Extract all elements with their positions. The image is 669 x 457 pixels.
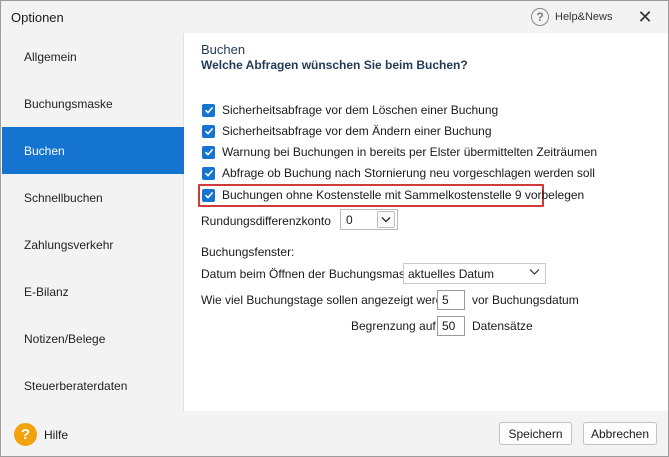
checkbox-label: Sicherheitsabfrage vor dem Löschen einer… [222, 103, 499, 117]
help-news-label: Help&News [555, 11, 613, 23]
sidebar-item-label: Notizen/Belege [24, 331, 106, 346]
tage-input[interactable]: 5 [437, 290, 465, 310]
checkbox-row-aendern: Sicherheitsabfrage vor dem Ändern einer … [202, 122, 492, 140]
sidebar-item-schnellbuchen[interactable]: Schnellbuchen [2, 174, 184, 221]
sidebar-item-buchen[interactable]: Buchen [2, 127, 184, 174]
sidebar-item-label: Steuerberaterdaten [24, 378, 128, 393]
checkbox-row-kostenstelle: Buchungen ohne Kostenstelle mit Sammelko… [202, 186, 584, 204]
checkbox-elster[interactable] [202, 145, 215, 159]
help-button[interactable]: ? Hilfe [14, 423, 68, 446]
sidebar-item-allgemein[interactable]: Allgemein [2, 33, 184, 80]
sidebar-item-steuerberaterdaten[interactable]: Steuerberaterdaten [2, 362, 184, 409]
checkbox-row-stornierung: Abfrage ob Buchung nach Stornierung neu … [202, 164, 595, 182]
checkbox-kostenstelle[interactable] [202, 188, 215, 202]
footer-bar: ? Hilfe Speichern Abbrechen [2, 411, 668, 456]
check-icon [204, 106, 213, 114]
sidebar-item-label: Buchungsmaske [24, 96, 113, 111]
rundung-dropdown-button[interactable] [377, 211, 395, 228]
checkbox-row-loeschen: Sicherheitsabfrage vor dem Löschen einer… [202, 101, 498, 119]
begrenzung-suffix: Datensätze [472, 319, 533, 333]
rundung-combo[interactable]: 0 [340, 209, 398, 230]
checkbox-label: Warnung bei Buchungen in bereits per Els… [222, 145, 598, 159]
datum-select[interactable]: aktuelles Datum [403, 263, 546, 284]
sidebar-item-zahlungsverkehr[interactable]: Zahlungsverkehr [2, 221, 184, 268]
sidebar: Allgemein Buchungsmaske Buchen Schnellbu… [2, 33, 184, 411]
sidebar-item-label: Allgemein [24, 49, 77, 64]
page-subtitle: Welche Abfragen wünschen Sie beim Buchen… [201, 58, 468, 72]
sidebar-item-label: Zahlungsverkehr [24, 237, 114, 252]
options-window: Optionen ? Help&News ✕ Allgemein Buchung… [0, 0, 669, 457]
checkbox-stornierung[interactable] [202, 166, 215, 180]
sidebar-item-buchungsmaske[interactable]: Buchungsmaske [2, 80, 184, 127]
checkbox-aendern[interactable] [202, 124, 215, 138]
rundung-label: Rundungsdifferenzkonto [201, 214, 331, 228]
checkbox-row-elster: Warnung bei Buchungen in bereits per Els… [202, 143, 597, 161]
begrenzung-input[interactable]: 50 [437, 316, 465, 336]
help-orange-icon: ? [14, 423, 37, 446]
chevron-down-icon [529, 269, 540, 275]
help-label: Hilfe [44, 427, 69, 442]
sidebar-item-label: Schnellbuchen [24, 190, 103, 205]
save-button[interactable]: Speichern [499, 422, 572, 445]
check-icon [204, 127, 213, 135]
close-button[interactable]: ✕ [627, 3, 663, 31]
checkbox-label: Sicherheitsabfrage vor dem Ändern einer … [222, 124, 492, 138]
sidebar-item-label: E-Bilanz [24, 284, 69, 299]
datum-label: Datum beim Öffnen der Buchungsmaske [201, 267, 418, 281]
checkbox-loeschen[interactable] [202, 103, 215, 117]
help-news-button[interactable]: ? Help&News [531, 7, 612, 27]
rundung-value: 0 [346, 213, 353, 227]
datum-value: aktuelles Datum [408, 267, 495, 281]
checkbox-label: Buchungen ohne Kostenstelle mit Sammelko… [222, 188, 585, 202]
checkbox-label: Abfrage ob Buchung nach Stornierung neu … [222, 166, 595, 180]
tage-suffix: vor Buchungsdatum [472, 293, 579, 307]
tage-label: Wie viel Buchungstage sollen angezeigt w… [201, 293, 456, 307]
sidebar-item-e-bilanz[interactable]: E-Bilanz [2, 268, 184, 315]
check-icon [204, 148, 213, 156]
help-icon: ? [531, 8, 549, 26]
sidebar-item-notizen-belege[interactable]: Notizen/Belege [2, 315, 184, 362]
window-title: Optionen [11, 10, 64, 25]
content-panel: Buchen Welche Abfragen wünschen Sie beim… [184, 33, 668, 411]
check-icon [204, 191, 213, 199]
chevron-down-icon [381, 217, 391, 223]
cancel-button[interactable]: Abbrechen [583, 422, 657, 445]
page-title: Buchen [201, 42, 246, 57]
sidebar-item-label: Buchen [24, 143, 65, 158]
buchungsfenster-label: Buchungsfenster: [201, 245, 295, 259]
close-icon: ✕ [637, 6, 653, 27]
check-icon [204, 169, 213, 177]
title-bar: Optionen ? Help&News ✕ [1, 1, 668, 33]
begrenzung-label: Begrenzung auf [351, 319, 436, 333]
